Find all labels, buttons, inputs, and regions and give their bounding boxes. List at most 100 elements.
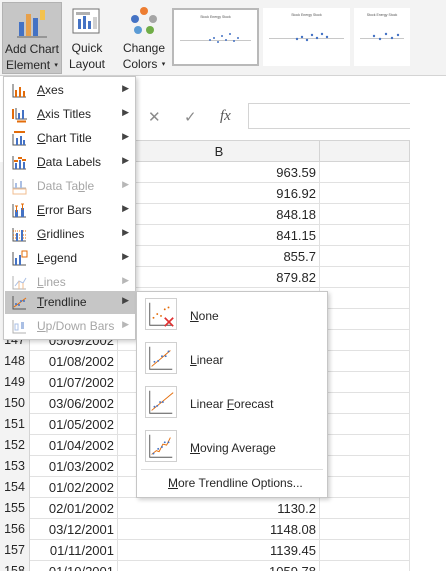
add-chart-element-button[interactable]: Add Chart Element ▾ xyxy=(2,2,62,74)
cell-date[interactable]: 02/01/2002 xyxy=(30,498,118,519)
cell-value[interactable]: 841.15 xyxy=(118,225,320,246)
chart-style-thumbnail-3[interactable]: Stock Energy Stock xyxy=(354,8,410,66)
cell-value[interactable]: 963.59 xyxy=(118,162,320,183)
cell-value[interactable]: 1148.08 xyxy=(118,519,320,540)
cell-empty[interactable] xyxy=(320,351,410,372)
cell-empty[interactable] xyxy=(320,498,410,519)
cell-date[interactable]: 01/03/2002 xyxy=(30,456,118,477)
insert-function-icon[interactable]: fx xyxy=(220,108,231,125)
menu-item-gridlines[interactable]: Gridlines ▶ xyxy=(5,223,135,246)
submenu-item-linear-forecast[interactable]: Linear Forecast xyxy=(138,381,326,425)
trendline-submenu: None Linear Linear Forecast Moving Avera… xyxy=(136,291,328,498)
menu-item-error-bars[interactable]: Error Bars ▶ xyxy=(5,199,135,222)
menu-item-label: Data Labels xyxy=(37,155,102,169)
trendline-moving-average-icon xyxy=(145,430,177,462)
more-trendline-options[interactable]: More Trendline Options... xyxy=(168,476,303,490)
row-number[interactable]: 155 xyxy=(0,498,30,519)
cell-empty[interactable] xyxy=(320,246,410,267)
cell-date[interactable]: 01/02/2002 xyxy=(30,477,118,498)
menu-item-data-labels[interactable]: Data Labels ▶ xyxy=(5,151,135,174)
cell-empty[interactable] xyxy=(320,162,410,183)
cell-value[interactable]: 848.18 xyxy=(118,204,320,225)
cell-date[interactable]: 01/11/2001 xyxy=(30,540,118,561)
menu-item-label: Axis Titles xyxy=(37,107,92,121)
submenu-arrow-icon: ▶ xyxy=(122,227,129,237)
palette-icon xyxy=(131,7,157,34)
submenu-arrow-icon: ▶ xyxy=(122,275,129,285)
cell-empty[interactable] xyxy=(320,414,410,435)
cell-empty[interactable] xyxy=(320,561,410,571)
cancel-icon[interactable]: ✕ xyxy=(148,108,161,126)
cell-value[interactable]: 1059.78 xyxy=(118,561,320,571)
column-header-c[interactable] xyxy=(320,140,410,162)
submenu-item-moving-average[interactable]: Moving Average xyxy=(138,425,326,469)
cell-empty[interactable] xyxy=(320,288,410,309)
chart-style-title: Stock Energy Stock xyxy=(291,13,322,17)
error-bars-icon xyxy=(12,203,26,218)
submenu-item-label: Linear Forecast xyxy=(190,397,274,411)
cell-empty[interactable] xyxy=(320,267,410,288)
row-number[interactable]: 148 xyxy=(0,351,30,372)
cell-empty[interactable] xyxy=(320,204,410,225)
cell-empty[interactable] xyxy=(320,225,410,246)
submenu-item-label: Moving Average xyxy=(190,441,276,455)
cell-empty[interactable] xyxy=(320,456,410,477)
menu-item-label: Data Table xyxy=(37,179,95,193)
formula-bar: ✕ ✓ fx xyxy=(136,103,446,129)
cell-empty[interactable] xyxy=(320,519,410,540)
cell-empty[interactable] xyxy=(320,393,410,414)
add-chart-element-icon xyxy=(17,10,47,38)
row-number[interactable]: 152 xyxy=(0,435,30,456)
chart-style-thumbnail-1[interactable]: Stock Energy Stock xyxy=(172,8,259,66)
cell-date[interactable]: 03/06/2002 xyxy=(30,393,118,414)
row-number[interactable]: 156 xyxy=(0,519,30,540)
menu-item-axes[interactable]: Axes ▶ xyxy=(5,79,135,102)
cell-value[interactable]: 916.92 xyxy=(118,183,320,204)
row-number[interactable]: 153 xyxy=(0,456,30,477)
cell-date[interactable]: 01/05/2002 xyxy=(30,414,118,435)
menu-item-label: Lines xyxy=(37,275,66,289)
submenu-item-label: None xyxy=(190,309,219,323)
menu-item-chart-title[interactable]: Chart Title ▶ xyxy=(5,127,135,150)
cell-empty[interactable] xyxy=(320,372,410,393)
submenu-arrow-icon: ▶ xyxy=(122,107,129,117)
cell-value[interactable]: 855.7 xyxy=(118,246,320,267)
submenu-item-linear[interactable]: Linear xyxy=(138,337,326,381)
submenu-item-none[interactable]: None xyxy=(138,293,326,337)
submenu-arrow-icon: ▶ xyxy=(122,83,129,93)
chart-style-thumbnail-2[interactable]: Stock Energy Stock xyxy=(263,8,350,66)
cell-date[interactable]: 01/10/2001 xyxy=(30,561,118,571)
dropdown-caret-icon: ▾ xyxy=(161,60,166,68)
column-header-b[interactable]: B xyxy=(118,140,320,162)
enter-icon[interactable]: ✓ xyxy=(184,108,197,126)
quick-layout-label-2: Layout xyxy=(68,57,106,71)
cell-empty[interactable] xyxy=(320,309,410,330)
add-chart-element-label-1: Add Chart xyxy=(4,42,60,56)
cell-empty[interactable] xyxy=(320,330,410,351)
menu-item-trendline[interactable]: Trendline ▶ xyxy=(5,291,135,314)
row-number[interactable]: 149 xyxy=(0,372,30,393)
cell-value[interactable]: 1139.45 xyxy=(118,540,320,561)
cell-date[interactable]: 01/08/2002 xyxy=(30,351,118,372)
cell-empty[interactable] xyxy=(320,540,410,561)
cell-date[interactable]: 01/07/2002 xyxy=(30,372,118,393)
menu-item-label: Trendline xyxy=(37,295,87,309)
cell-date[interactable]: 03/12/2001 xyxy=(30,519,118,540)
quick-layout-button[interactable]: Quick Layout ▾ xyxy=(66,2,108,84)
row-number[interactable]: 150 xyxy=(0,393,30,414)
row-number[interactable]: 154 xyxy=(0,477,30,498)
menu-item-axis-titles[interactable]: Axis Titles ▶ xyxy=(5,103,135,126)
row-number[interactable]: 158 xyxy=(0,561,30,571)
cell-value[interactable]: 1130.2 xyxy=(118,498,320,519)
cell-value[interactable]: 879.82 xyxy=(118,267,320,288)
menu-item-legend[interactable]: Legend ▶ xyxy=(5,247,135,270)
cell-empty[interactable] xyxy=(320,435,410,456)
change-colors-label-1: Change xyxy=(122,41,166,55)
change-colors-button[interactable]: Change Colors ▾ xyxy=(116,2,172,74)
cell-empty[interactable] xyxy=(320,183,410,204)
chart-style-title: Stock Energy Stock xyxy=(366,13,398,17)
cell-empty[interactable] xyxy=(320,477,410,498)
row-number[interactable]: 151 xyxy=(0,414,30,435)
row-number[interactable]: 157 xyxy=(0,540,30,561)
cell-date[interactable]: 01/04/2002 xyxy=(30,435,118,456)
